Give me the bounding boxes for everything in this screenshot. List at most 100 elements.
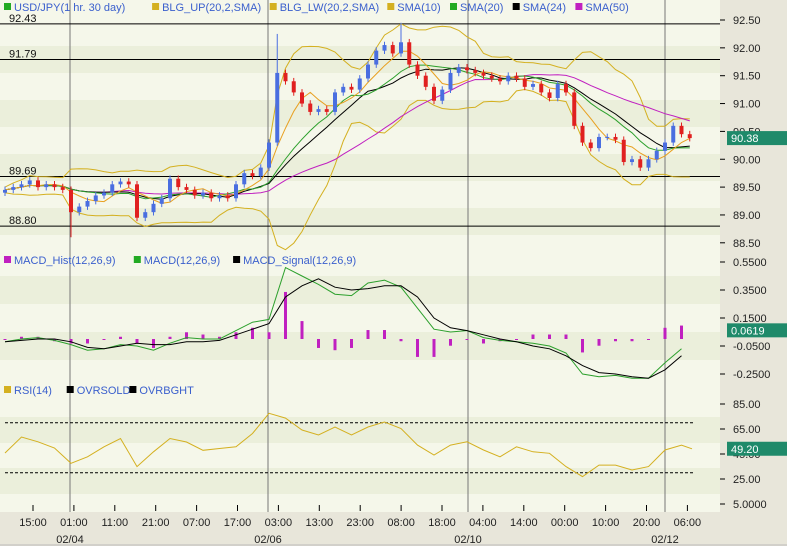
candle-down <box>489 75 494 79</box>
candle-up <box>333 92 337 112</box>
candle-up <box>275 72 280 143</box>
legend-label: MACD_Signal(12,26,9) <box>243 255 356 267</box>
axis-tick-label: 85.00 <box>733 399 761 411</box>
time-tick-label: 11:00 <box>101 517 128 529</box>
candle-up <box>630 159 634 163</box>
macd-hist-bar <box>647 339 650 340</box>
candle-down <box>135 184 139 218</box>
axis-tick-label: 92.50 <box>733 15 761 27</box>
chart-canvas: 92.4391.7989.6988.80USD/JPY(1 hr. 30 day… <box>0 0 787 546</box>
legend-swatch <box>269 3 277 10</box>
time-tick-label: 20:00 <box>633 517 661 529</box>
legend-swatch <box>4 3 11 10</box>
macd-hist-bar <box>3 339 7 340</box>
time-tick-label: 13:00 <box>306 517 334 529</box>
candle-down <box>415 64 420 76</box>
candle-up <box>531 84 535 87</box>
candle-up <box>663 142 667 151</box>
macd-hist-bar <box>663 327 667 339</box>
candle-up <box>143 212 148 218</box>
candle-up <box>85 201 90 207</box>
macd-hist-bar <box>119 336 122 339</box>
legend-label: SMA(50) <box>585 2 628 14</box>
axis-tick-label: 92.00 <box>733 43 761 55</box>
current-value-text: 49.20 <box>731 444 759 456</box>
time-tick-label: 14:00 <box>510 517 538 529</box>
macd-hist-bar <box>548 334 551 339</box>
candle-down <box>539 84 544 93</box>
candle-up <box>201 192 205 196</box>
macd-hist-bar <box>383 330 386 339</box>
candle-up <box>159 198 164 204</box>
time-tick-label: 21:00 <box>142 517 170 529</box>
date-label: 02/12 <box>651 534 679 546</box>
time-tick-label: 15:00 <box>19 517 47 529</box>
candle-up <box>357 78 362 90</box>
time-tick-label: 18:00 <box>428 517 456 529</box>
price-level-label: 92.43 <box>9 13 37 25</box>
legend-swatch <box>66 386 74 393</box>
candle-up <box>217 195 222 199</box>
macd-hist-bar <box>86 339 89 344</box>
candle-up <box>11 187 16 190</box>
axis-tick-label: 91.50 <box>733 71 761 83</box>
candle-up <box>151 203 156 213</box>
time-tick-label: 04:00 <box>469 517 497 529</box>
candle-up <box>110 184 115 193</box>
candle-up <box>93 195 98 202</box>
panel-stripe <box>0 208 720 235</box>
candle-down <box>209 192 214 199</box>
candle-down <box>126 181 131 185</box>
candle-up <box>168 178 172 199</box>
candle-up <box>605 136 610 138</box>
candle-up <box>77 206 82 213</box>
candle-up <box>399 42 403 54</box>
legend-swatch <box>152 3 160 10</box>
candle-up <box>102 192 106 196</box>
candle-down <box>407 42 412 65</box>
legend-label: OVRBGHT <box>139 385 194 397</box>
macd-hist-bar <box>465 339 469 340</box>
candle-up <box>555 84 560 98</box>
time-tick-label: 17:00 <box>224 517 252 529</box>
candle-down <box>184 187 189 190</box>
axis-tick-label: 0.5500 <box>733 257 767 269</box>
candle-down <box>69 189 73 213</box>
candle-down <box>291 81 296 93</box>
current-value-text: 90.38 <box>731 133 759 145</box>
time-tick-label: 23:00 <box>346 517 374 529</box>
macd-hist-bar <box>515 339 518 340</box>
candle-up <box>646 159 651 168</box>
legend-swatch <box>512 3 520 10</box>
time-tick-label: 07:00 <box>183 517 211 529</box>
macd-hist-bar <box>416 339 419 357</box>
candle-down <box>580 125 585 143</box>
panel-stripe <box>0 332 720 360</box>
candle-down <box>687 134 692 139</box>
candle-down <box>498 78 502 82</box>
macd-hist-bar <box>630 339 634 342</box>
macd-hist-bar <box>300 321 304 339</box>
candle-up <box>654 150 659 160</box>
candle-up <box>382 45 387 51</box>
candle-down <box>473 70 478 73</box>
macd-hist-bar <box>317 339 320 348</box>
time-tick-label: 03:00 <box>265 517 293 529</box>
date-label: 02/10 <box>454 534 482 546</box>
candle-down <box>308 103 313 112</box>
macd-hist-bar <box>333 339 337 351</box>
candle-down <box>638 159 643 168</box>
price-level-label: 91.79 <box>9 49 37 61</box>
legend-label: RSI(14) <box>14 385 52 397</box>
macd-legend: MACD_Hist(12,26,9) MACD(12,26,9) MACD_Sign… <box>4 255 356 267</box>
axis-tick-label: 5.0000 <box>733 499 767 511</box>
legend-label: USD/JPY(1 hr. 30 day) <box>14 2 125 14</box>
legend-label: MACD(12,26,9) <box>144 255 220 267</box>
candle-up <box>456 67 461 73</box>
candle-down <box>588 142 593 149</box>
macd-hist-bar <box>564 334 568 339</box>
candle-up <box>27 180 32 185</box>
candle-up <box>671 125 676 143</box>
time-tick-label: 10:00 <box>592 517 620 529</box>
axis-tick-label: 0.3500 <box>733 285 767 297</box>
